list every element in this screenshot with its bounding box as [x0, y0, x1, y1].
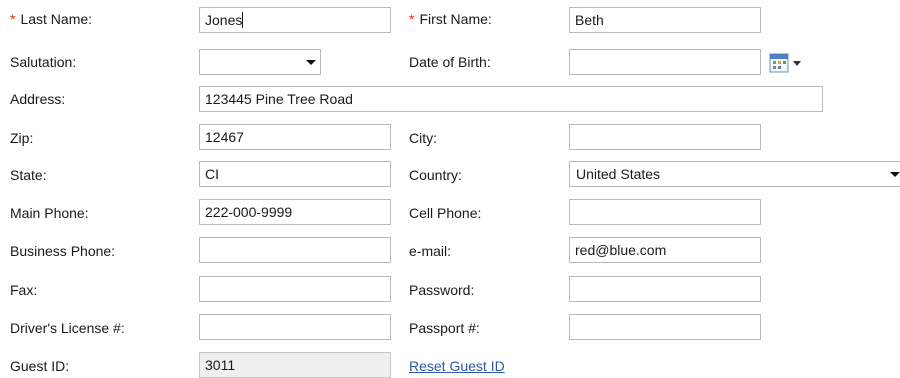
first-name-label: * First Name:: [409, 9, 492, 29]
last-name-label: * Last Name:: [10, 9, 92, 29]
password-label: Password:: [409, 282, 475, 298]
fax-label: Fax:: [10, 282, 38, 298]
fax-input[interactable]: [199, 276, 391, 302]
last-name-input[interactable]: Jones: [199, 7, 391, 33]
cell-phone-label: Cell Phone:: [409, 205, 482, 221]
reset-guest-id-link[interactable]: Reset Guest ID: [409, 356, 505, 376]
salutation-label: Salutation:: [10, 54, 77, 70]
last-name-value: Jones: [205, 12, 243, 28]
required-indicator: *: [10, 11, 16, 27]
calendar-icon: [769, 53, 801, 73]
city-input[interactable]: [569, 124, 761, 150]
main-phone-input[interactable]: [199, 199, 391, 225]
email-input[interactable]: [569, 237, 761, 263]
calendar-picker-button[interactable]: [769, 53, 807, 73]
state-input[interactable]: [199, 161, 391, 187]
password-input[interactable]: [569, 276, 761, 302]
chevron-down-icon: [306, 60, 316, 65]
email-label: e-mail:: [409, 243, 452, 259]
country-select[interactable]: United States: [569, 161, 900, 187]
drivers-license-input[interactable]: [199, 314, 391, 340]
dob-input[interactable]: [569, 49, 761, 75]
passport-input[interactable]: [569, 314, 761, 340]
zip-label: Zip:: [10, 130, 34, 146]
address-input[interactable]: [199, 86, 823, 112]
business-phone-input[interactable]: [199, 237, 391, 263]
passport-label: Passport #:: [409, 320, 480, 336]
state-label: State:: [10, 167, 47, 183]
cell-phone-input[interactable]: [569, 199, 761, 225]
dob-label: Date of Birth:: [409, 54, 491, 70]
salutation-select[interactable]: [199, 49, 321, 75]
city-label: City:: [409, 130, 437, 146]
last-name-label-text: Last Name:: [20, 11, 93, 27]
first-name-input[interactable]: [569, 7, 761, 33]
required-indicator: *: [409, 11, 415, 27]
guest-id-input: [199, 352, 391, 378]
address-label: Address:: [10, 91, 66, 107]
country-value: United States: [576, 166, 661, 182]
first-name-label-text: First Name:: [419, 11, 492, 27]
main-phone-label: Main Phone:: [10, 205, 89, 221]
business-phone-label: Business Phone:: [10, 243, 116, 259]
zip-input[interactable]: [199, 124, 391, 150]
drivers-license-label: Driver's License #:: [10, 320, 125, 336]
text-cursor: [242, 12, 244, 28]
chevron-down-icon: [890, 172, 900, 177]
country-label: Country:: [409, 167, 462, 183]
guest-id-label: Guest ID:: [10, 358, 70, 374]
